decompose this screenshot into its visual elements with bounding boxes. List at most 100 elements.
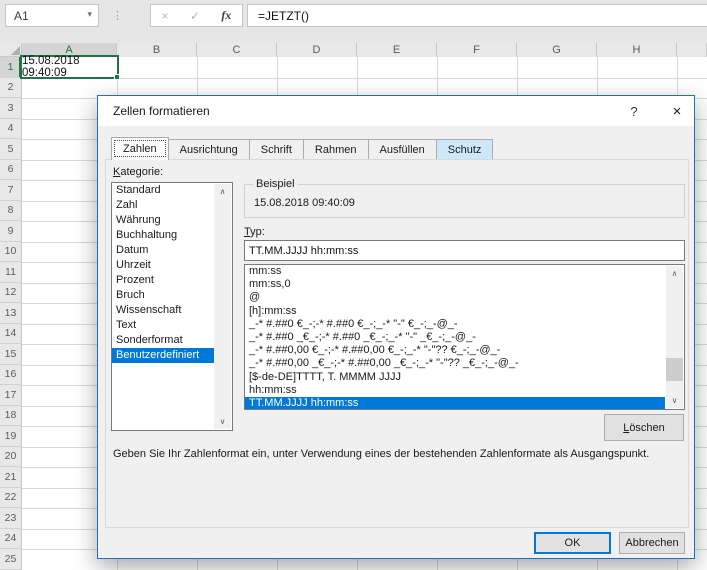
selected-cell-a1[interactable]: 15.08.2018 09:40:09 — [20, 55, 119, 79]
category-item-wissenschaft[interactable]: Wissenschaft — [112, 303, 215, 318]
cancel-button-label: Abbrechen — [625, 537, 678, 549]
column-header-G[interactable]: G — [517, 43, 597, 57]
category-item-bruch[interactable]: Bruch — [112, 288, 215, 303]
format-code-item-7[interactable]: _-* #.##0,00 _€_-;-* #.##0,00 _€_-;_-* "… — [245, 357, 665, 370]
category-item-benutzerdefiniert[interactable]: Benutzerdefiniert — [112, 348, 215, 363]
row-header-6[interactable]: 6 — [0, 160, 22, 181]
confirm-entry-icon[interactable]: ✓ — [190, 9, 200, 23]
row-header-7[interactable]: 7 — [0, 180, 22, 201]
category-item-buchhaltung[interactable]: Buchhaltung — [112, 228, 215, 243]
formula-bar: A1 ▾ ⋮ × ✓ fx =JETZT() — [0, 0, 707, 43]
example-groupbox: Beispiel 15.08.2018 09:40:09 — [244, 184, 685, 218]
type-input[interactable] — [244, 240, 685, 261]
scroll-up-icon[interactable]: ∧ — [214, 184, 231, 199]
row-header-16[interactable]: 16 — [0, 365, 22, 386]
ok-button[interactable]: OK — [534, 532, 611, 554]
dialog-titlebar[interactable]: Zellen formatieren ? × — [98, 96, 694, 126]
ok-button-label: OK — [565, 537, 581, 549]
example-value: 15.08.2018 09:40:09 — [254, 197, 355, 209]
name-box-dropdown-icon[interactable]: ▾ — [87, 9, 92, 20]
row-header-15[interactable]: 15 — [0, 344, 22, 365]
format-code-item-10[interactable]: TT.MM.JJJJ hh:mm:ss — [245, 397, 665, 410]
format-code-item-9[interactable]: hh:mm:ss — [245, 384, 665, 397]
row-header-10[interactable]: 10 — [0, 242, 22, 263]
row-header-19[interactable]: 19 — [0, 426, 22, 447]
row-header-5[interactable]: 5 — [0, 139, 22, 160]
type-label: Typ: — [244, 226, 265, 238]
column-header-D[interactable]: D — [277, 43, 357, 57]
name-box[interactable]: A1 ▾ — [5, 4, 99, 27]
category-item-text[interactable]: Text — [112, 318, 215, 333]
tab-schrift[interactable]: Schrift — [249, 139, 304, 159]
format-code-item-3[interactable]: [h]:mm:ss — [245, 305, 665, 318]
tab-schutz[interactable]: Schutz — [436, 139, 494, 159]
formula-input[interactable]: =JETZT() — [247, 4, 707, 27]
row-header-2[interactable]: 2 — [0, 78, 22, 99]
row-header-18[interactable]: 18 — [0, 406, 22, 427]
format-code-item-4[interactable]: _-* #.##0 €_-;-* #.##0 €_-;_-* "-" €_-;_… — [245, 318, 665, 331]
format-code-item-8[interactable]: [$-de-DE]TTTT, T. MMMM JJJJ — [245, 371, 665, 384]
delete-button[interactable]: Löschen — [604, 414, 684, 441]
category-listbox[interactable]: StandardZahlWährungBuchhaltungDatumUhrze… — [111, 182, 233, 431]
select-all-triangle-icon — [11, 46, 20, 55]
category-scrollbar[interactable]: ∧ ∨ — [214, 184, 231, 429]
row-header-3[interactable]: 3 — [0, 98, 22, 119]
column-header-E[interactable]: E — [357, 43, 437, 57]
formula-bar-buttons: × ✓ fx — [150, 4, 243, 27]
row-header-17[interactable]: 17 — [0, 385, 22, 406]
format-code-item-0[interactable]: mm:ss — [245, 265, 665, 278]
row-header-14[interactable]: 14 — [0, 324, 22, 345]
tab-rahmen[interactable]: Rahmen — [303, 139, 369, 159]
row-header-24[interactable]: 24 — [0, 529, 22, 550]
cancel-entry-icon[interactable]: × — [162, 9, 169, 23]
dialog-help-icon[interactable]: ? — [622, 100, 646, 122]
scroll-down-icon[interactable]: ∨ — [666, 393, 683, 408]
row-header-1[interactable]: 1 — [0, 57, 22, 78]
scroll-down-icon[interactable]: ∨ — [214, 414, 231, 429]
scroll-up-icon[interactable]: ∧ — [666, 266, 683, 281]
fill-handle[interactable] — [114, 74, 120, 80]
tab-zahlen[interactable]: Zahlen — [111, 137, 169, 160]
format-scrollbar[interactable]: ∧ ∨ — [666, 266, 683, 408]
category-item-uhrzeit[interactable]: Uhrzeit — [112, 258, 215, 273]
row-header-13[interactable]: 13 — [0, 303, 22, 324]
gridline-horizontal — [22, 78, 707, 79]
category-item-standard[interactable]: Standard — [112, 183, 215, 198]
column-header-H[interactable]: H — [597, 43, 677, 57]
insert-function-icon[interactable]: fx — [221, 8, 231, 23]
dialog-title: Zellen formatieren — [113, 104, 210, 118]
column-header-B[interactable]: B — [117, 43, 197, 57]
row-header-8[interactable]: 8 — [0, 201, 22, 222]
cancel-button[interactable]: Abbrechen — [619, 532, 685, 554]
format-code-item-6[interactable]: _-* #.##0,00 €_-;-* #.##0,00 €_-;_-* "-"… — [245, 344, 665, 357]
tab-ausrichtung[interactable]: Ausrichtung — [168, 139, 250, 159]
row-header-11[interactable]: 11 — [0, 262, 22, 283]
select-all-corner[interactable] — [0, 43, 22, 57]
row-header-25[interactable]: 25 — [0, 549, 22, 570]
format-code-item-1[interactable]: mm:ss,0 — [245, 278, 665, 291]
column-header-partial[interactable] — [677, 43, 707, 57]
row-header-20[interactable]: 20 — [0, 447, 22, 468]
category-item-währung[interactable]: Währung — [112, 213, 215, 228]
category-item-datum[interactable]: Datum — [112, 243, 215, 258]
row-header-23[interactable]: 23 — [0, 508, 22, 529]
tab-ausfüllen[interactable]: Ausfüllen — [368, 139, 437, 159]
category-item-prozent[interactable]: Prozent — [112, 273, 215, 288]
column-header-C[interactable]: C — [197, 43, 277, 57]
row-header-9[interactable]: 9 — [0, 221, 22, 242]
name-box-value: A1 — [14, 9, 29, 23]
format-code-item-5[interactable]: _-* #.##0 _€_-;-* #.##0 _€_-;_-* "-" _€_… — [245, 331, 665, 344]
row-header-4[interactable]: 4 — [0, 119, 22, 140]
cell-a1-value: 15.08.2018 09:40:09 — [22, 55, 114, 79]
category-item-sonderformat[interactable]: Sonderformat — [112, 333, 215, 348]
category-item-zahl[interactable]: Zahl — [112, 198, 215, 213]
row-header-22[interactable]: 22 — [0, 488, 22, 509]
format-code-listbox[interactable]: mm:ssmm:ss,0@[h]:mm:ss_-* #.##0 €_-;-* #… — [244, 264, 685, 410]
row-header-21[interactable]: 21 — [0, 467, 22, 488]
column-header-F[interactable]: F — [437, 43, 517, 57]
dialog-close-icon[interactable]: × — [664, 100, 690, 122]
excel-window: A1 ▾ ⋮ × ✓ fx =JETZT() ABCDEFGH 12345678… — [0, 0, 707, 570]
format-code-item-2[interactable]: @ — [245, 291, 665, 304]
row-header-12[interactable]: 12 — [0, 283, 22, 304]
scrollbar-thumb[interactable] — [666, 358, 683, 381]
